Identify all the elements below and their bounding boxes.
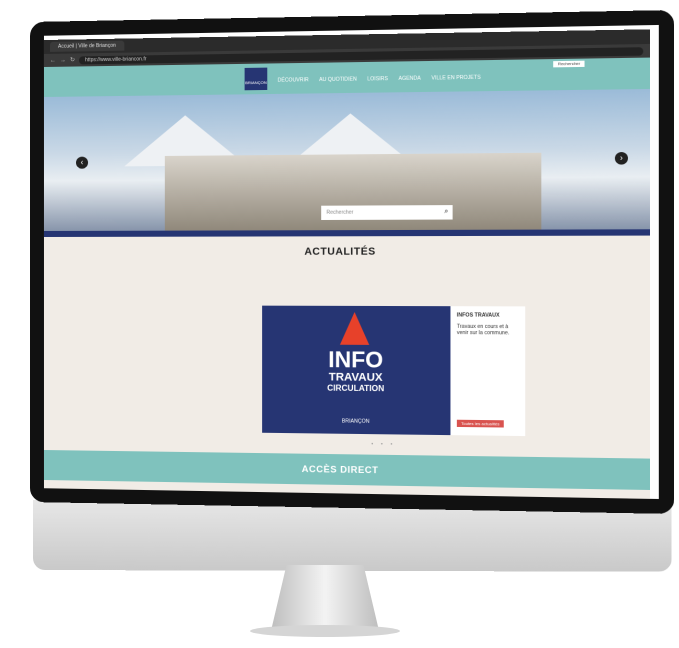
monitor-base <box>250 625 400 637</box>
imac-scene: Accueil | Ville de Briançon ← → ↻ https:… <box>0 0 679 648</box>
monitor-bezel <box>30 9 675 515</box>
